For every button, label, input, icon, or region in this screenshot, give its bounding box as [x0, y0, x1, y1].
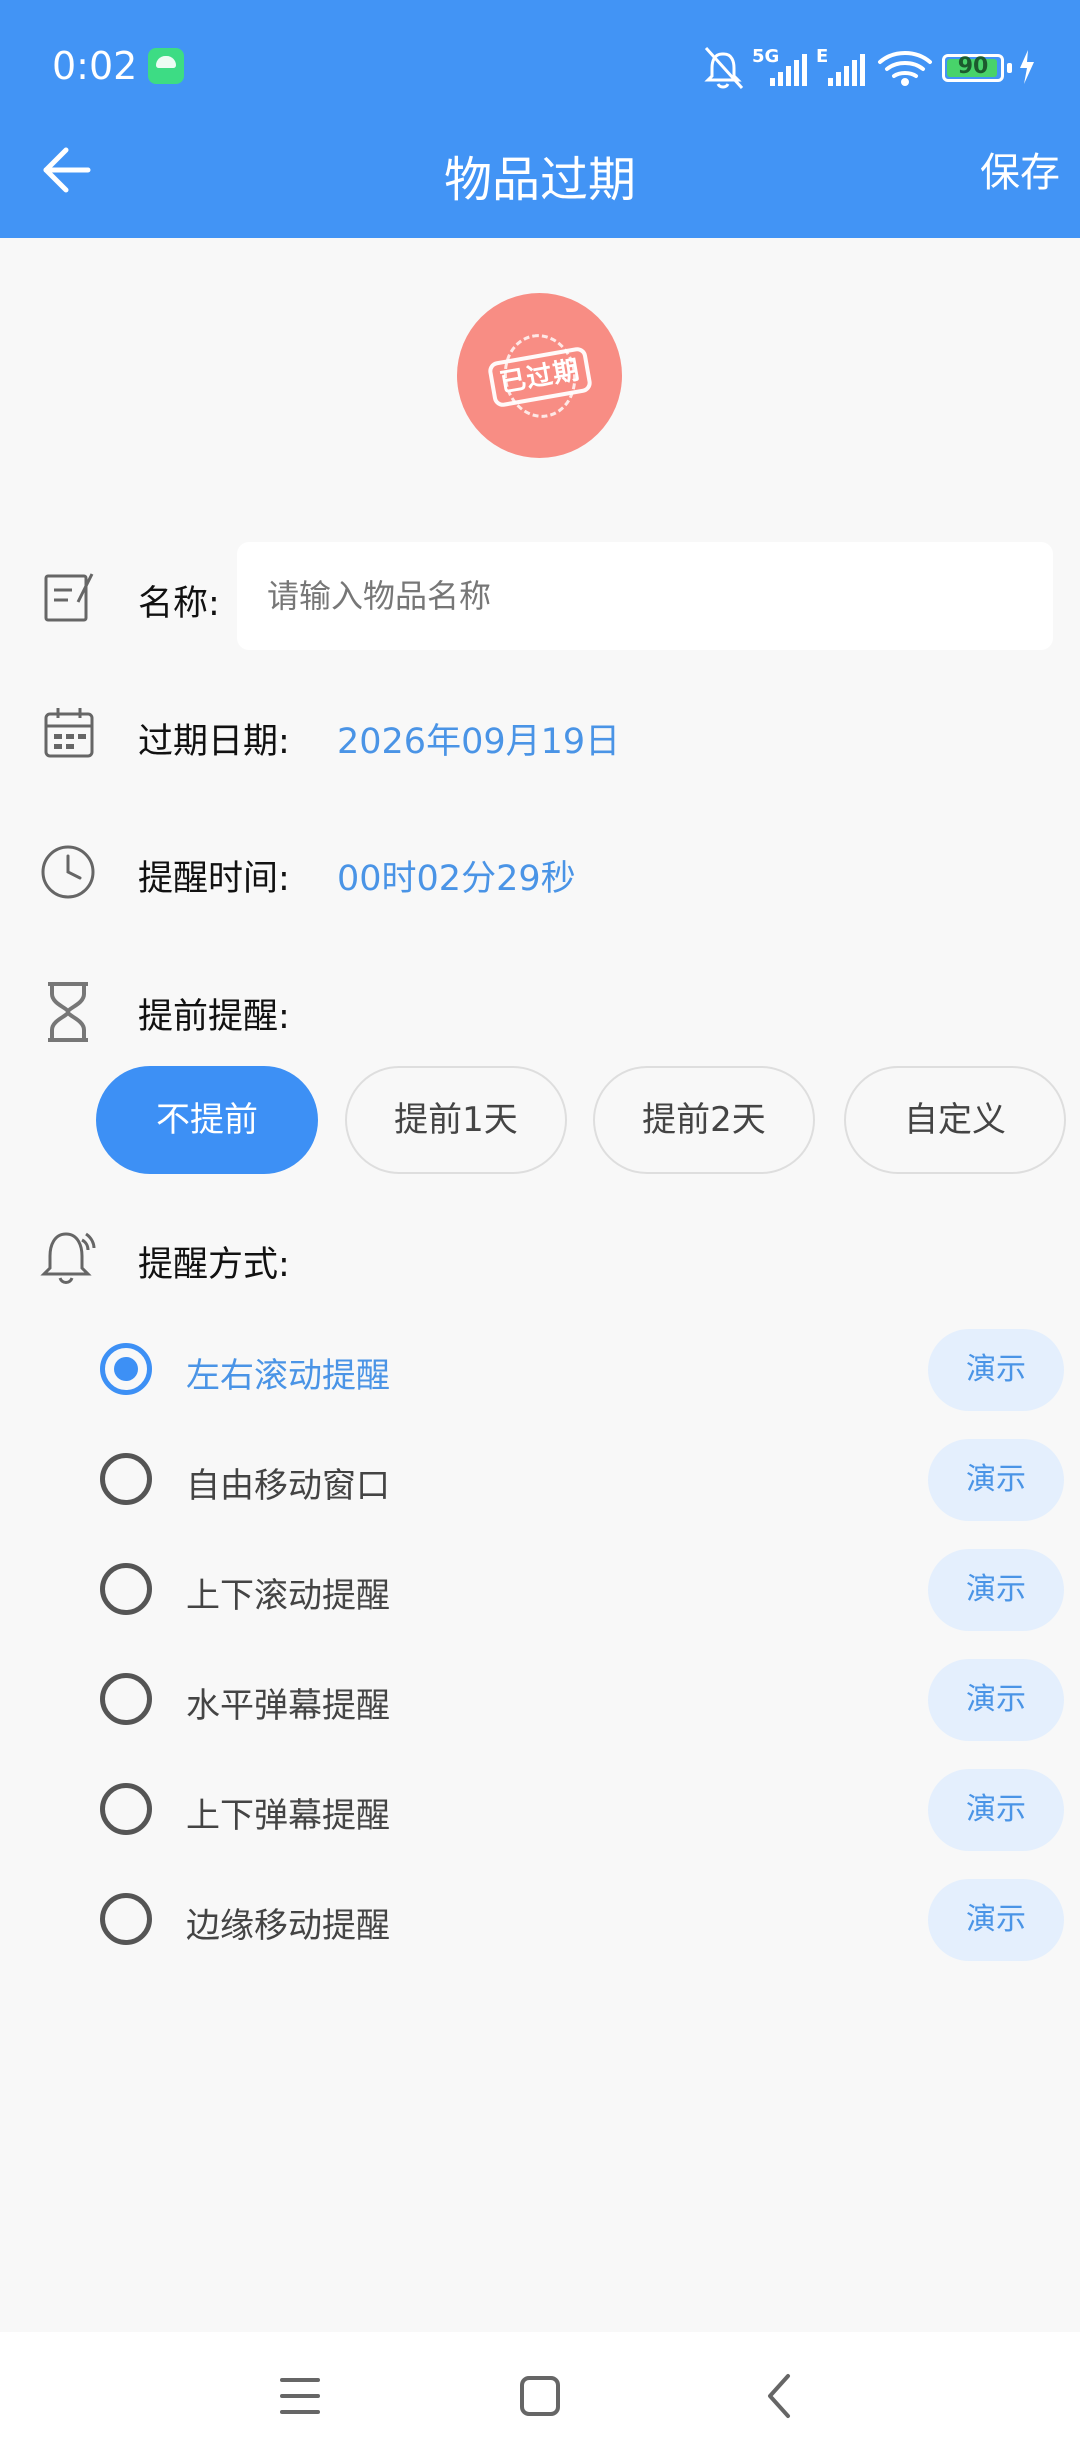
- chevron-left-icon: [768, 2374, 790, 2418]
- menu-icon: [280, 2378, 320, 2414]
- demo-button-6[interactable]: 演示: [928, 1879, 1064, 1961]
- method-label-2[interactable]: 自由移动窗口: [186, 1458, 390, 1507]
- method-radio-2[interactable]: [100, 1453, 152, 1505]
- method-radio-5[interactable]: [100, 1783, 152, 1835]
- calendar-icon: [38, 702, 102, 766]
- android-icon: [148, 48, 184, 84]
- mute-bell-icon: [704, 46, 744, 90]
- method-radio-3[interactable]: [100, 1563, 152, 1615]
- expire-date-value[interactable]: 2026年09月19日: [337, 713, 620, 764]
- method-label-5[interactable]: 上下弹幕提醒: [186, 1788, 390, 1837]
- stamp-text: 已过期: [486, 345, 594, 409]
- home-square-icon: [520, 2376, 560, 2416]
- clock-icon: [38, 840, 102, 904]
- signal-icon-2: [828, 54, 865, 86]
- network-e-label: E: [816, 46, 828, 67]
- method-label-4[interactable]: 水平弹幕提醒: [186, 1678, 390, 1727]
- back-nav-button[interactable]: [740, 2356, 820, 2436]
- advance-option-2days[interactable]: 提前2天: [593, 1066, 815, 1174]
- advance-reminder-label: 提前提醒:: [138, 997, 290, 1037]
- hourglass-icon: [38, 980, 102, 1044]
- wifi-icon: [878, 51, 932, 86]
- name-label: 名称:: [138, 584, 220, 624]
- network-5g-label: 5G: [752, 46, 779, 67]
- remind-time-value[interactable]: 00时02分29秒: [337, 850, 576, 901]
- menu-button[interactable]: [260, 2356, 340, 2436]
- battery-tip: [1007, 63, 1012, 73]
- status-time: 0:02: [52, 44, 138, 88]
- demo-button-3[interactable]: 演示: [928, 1549, 1064, 1631]
- remind-time-label: 提醒时间:: [138, 859, 290, 899]
- demo-button-5[interactable]: 演示: [928, 1769, 1064, 1851]
- page-title: 物品过期: [443, 152, 636, 208]
- save-button[interactable]: 保存: [960, 140, 1060, 200]
- home-button[interactable]: [500, 2356, 580, 2436]
- method-label-3[interactable]: 上下滚动提醒: [186, 1568, 390, 1617]
- method-label-1[interactable]: 左右滚动提醒: [186, 1348, 390, 1397]
- name-input[interactable]: [237, 542, 1053, 650]
- edit-note-icon: [38, 566, 102, 630]
- demo-button-1[interactable]: 演示: [928, 1329, 1064, 1411]
- method-radio-4[interactable]: [100, 1673, 152, 1725]
- method-label-6[interactable]: 边缘移动提醒: [186, 1898, 390, 1947]
- method-radio-1[interactable]: [100, 1343, 152, 1395]
- bell-ring-icon: [38, 1226, 102, 1290]
- method-radio-6[interactable]: [100, 1893, 152, 1945]
- battery-level: 90: [957, 54, 989, 79]
- battery-icon: 90: [942, 54, 1004, 82]
- demo-button-4[interactable]: 演示: [928, 1659, 1064, 1741]
- reminder-method-label: 提醒方式:: [138, 1245, 290, 1285]
- demo-button-2[interactable]: 演示: [928, 1439, 1064, 1521]
- advance-option-none[interactable]: 不提前: [96, 1066, 318, 1174]
- advance-option-1day[interactable]: 提前1天: [345, 1066, 567, 1174]
- advance-option-custom[interactable]: 自定义: [844, 1066, 1066, 1174]
- expire-date-label: 过期日期:: [138, 722, 290, 762]
- charging-bolt-icon: [1018, 50, 1036, 84]
- expired-stamp-icon: 已过期: [486, 328, 594, 424]
